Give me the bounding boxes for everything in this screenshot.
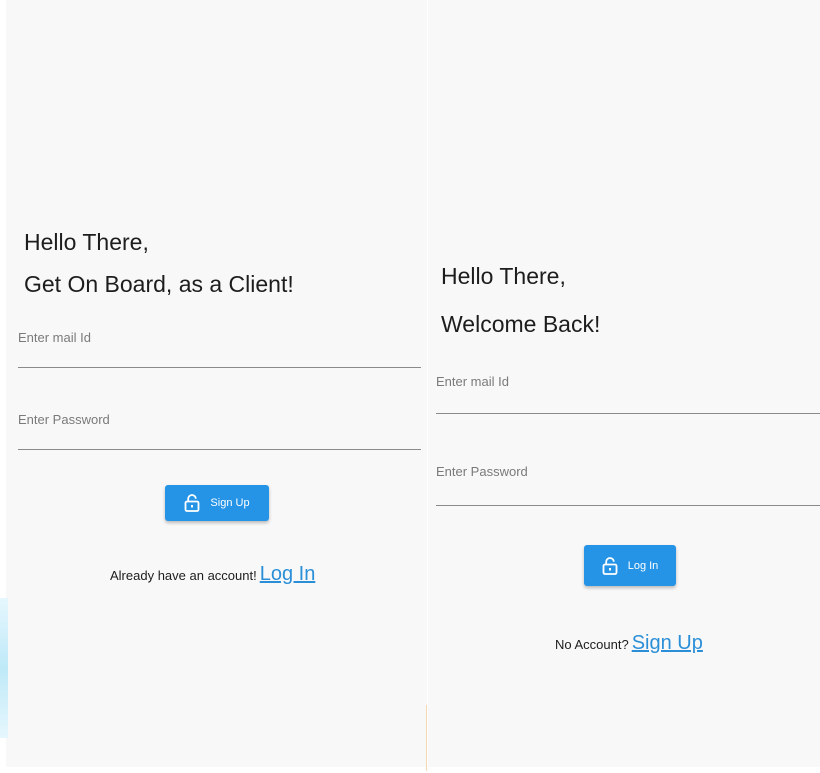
sign-up-link[interactable]: Sign Up [632, 632, 703, 655]
signup-footer-text: Already have an account! [110, 568, 257, 583]
login-screen: Hello There, Welcome Back! Log In No Acc… [428, 0, 820, 767]
login-email-input[interactable] [436, 374, 820, 389]
login-footer-text: No Account? [555, 637, 629, 652]
login-subtitle: Welcome Back! [441, 311, 601, 337]
login-password-field [436, 464, 820, 506]
login-greeting: Hello There, [441, 263, 566, 289]
signup-footer: Already have an account! Log In [110, 563, 315, 586]
sign-up-button[interactable]: Sign Up [165, 485, 269, 521]
log-in-button-label: Log In [627, 559, 659, 572]
lock-open-icon [184, 494, 200, 512]
login-email-field [436, 374, 820, 414]
log-in-link[interactable]: Log In [260, 563, 316, 586]
signup-password-field [18, 412, 421, 450]
decorative-accent-bar [0, 598, 8, 738]
signup-password-input[interactable] [18, 412, 421, 427]
sign-up-button-label: Sign Up [210, 497, 250, 509]
signup-greeting: Hello There, [24, 229, 149, 255]
screen-divider [426, 705, 427, 771]
lock-open-icon [602, 556, 618, 575]
log-in-button[interactable]: Log In [584, 545, 676, 586]
login-footer: No Account? Sign Up [555, 632, 703, 655]
signup-subtitle: Get On Board, as a Client! [24, 271, 294, 297]
signup-email-input[interactable] [18, 330, 421, 345]
signup-screen: Hello There, Get On Board, as a Client! … [6, 0, 427, 767]
login-password-input[interactable] [436, 464, 820, 479]
signup-email-field [18, 330, 421, 368]
